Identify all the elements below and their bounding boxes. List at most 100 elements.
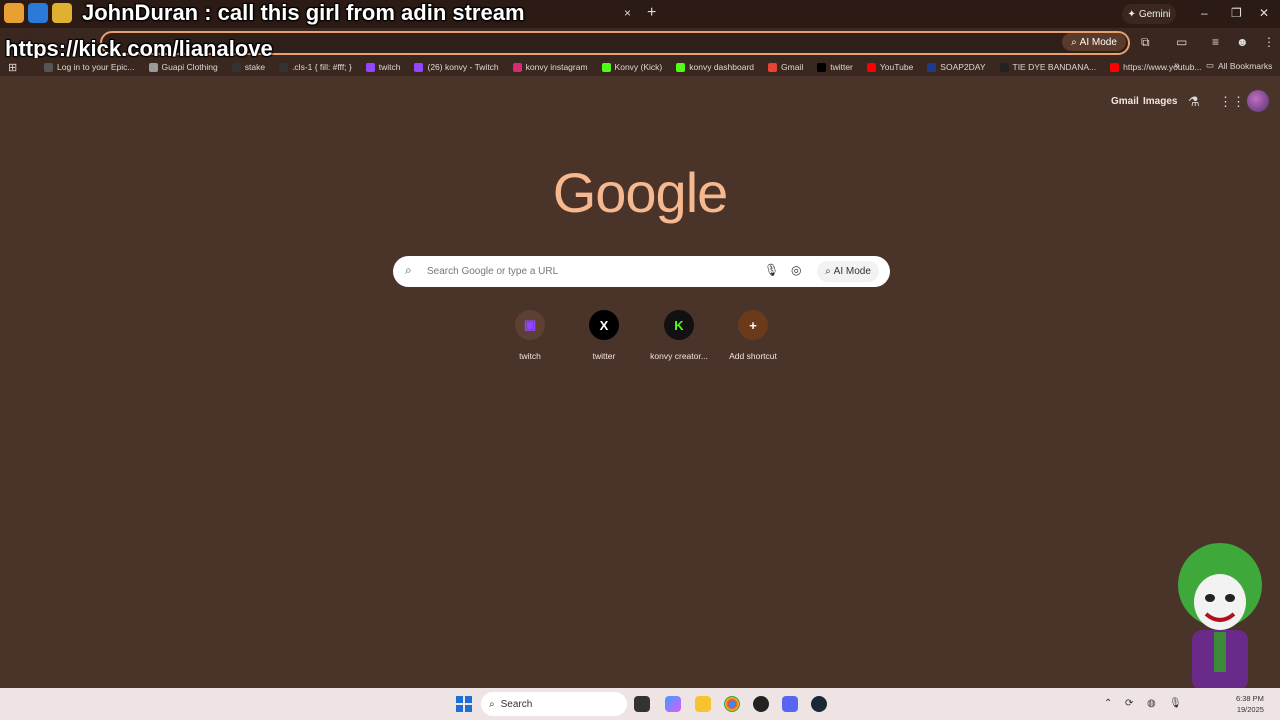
shortcut-label: twitter xyxy=(592,351,616,361)
task-view-icon[interactable] xyxy=(634,696,650,712)
microphone-icon[interactable]: 🎙 xyxy=(764,263,779,277)
close-window-button[interactable]: ✕ xyxy=(1259,6,1269,20)
windows-taskbar: ⌕ Search ⌃ ⟳ ◍ 🎙 6:38 PM 19/2025 xyxy=(0,688,1280,720)
new-tab-button[interactable]: + xyxy=(647,4,656,22)
menu-icon[interactable]: ⋮ xyxy=(1263,35,1275,49)
sparkle-icon: ✦ xyxy=(1127,8,1136,20)
labs-flask-icon[interactable]: ⚗ xyxy=(1188,94,1200,110)
bookmark-item[interactable]: twitch xyxy=(365,62,401,72)
bookmark-label: SOAP2DAY xyxy=(940,62,986,72)
images-link[interactable]: Images xyxy=(1143,96,1177,107)
chat-overlay-message: JohnDuran : call this girl from adin str… xyxy=(82,0,525,25)
restore-button[interactable]: ❐ xyxy=(1231,6,1242,20)
bookmark-favicon-icon xyxy=(927,62,937,72)
bookmark-label: TIE DYE BANDANA... xyxy=(1012,62,1097,72)
bookmark-favicon-icon xyxy=(512,62,522,72)
kick-icon: K xyxy=(664,310,694,340)
media-icon[interactable]: ≡ xyxy=(1212,35,1219,49)
bookmark-item[interactable]: .cls-1 { fill: #fff; } xyxy=(279,62,352,72)
bookmark-favicon-icon xyxy=(365,62,375,72)
extensions-icon[interactable]: ⧉ xyxy=(1141,35,1150,50)
bookmark-item[interactable]: SOAP2DAY xyxy=(927,62,986,72)
bookmark-favicon-icon xyxy=(148,62,158,72)
bookmark-item[interactable]: konvy instagram xyxy=(512,62,588,72)
sync-icon[interactable]: ⟳ xyxy=(1125,698,1133,709)
bookmark-item[interactable]: Log in to your Epic... xyxy=(44,62,135,72)
folder-icon: ▭ xyxy=(1206,60,1215,70)
twitch-icon: ▣ xyxy=(515,310,545,340)
google-logo: Google xyxy=(552,161,729,224)
bookmark-label: twitch xyxy=(378,62,401,72)
package-icon[interactable] xyxy=(4,3,24,23)
apps-icon[interactable]: ⊞ xyxy=(8,61,22,74)
clock-date: 19/2025 xyxy=(1236,705,1264,714)
all-bookmarks-label: All Bookmarks xyxy=(1218,60,1273,71)
tab-search-icon[interactable]: ▭ xyxy=(1176,35,1187,49)
discord-icon[interactable] xyxy=(782,696,798,712)
clock-time: 6:38 PM xyxy=(1236,694,1264,703)
bookmark-item[interactable]: Guapi Clothing xyxy=(148,62,218,72)
bookmark-item[interactable]: twitter xyxy=(817,62,853,72)
bookmark-item[interactable]: konvy dashboard xyxy=(676,62,754,72)
shortcut-konvy-creator[interactable]: K konvy creator... xyxy=(641,310,717,361)
bookmark-label: Konvy (Kick) xyxy=(614,62,663,72)
bookmarks-overflow-icon[interactable]: » xyxy=(1174,60,1180,71)
close-tab-icon[interactable]: × xyxy=(624,6,631,20)
all-bookmarks-button[interactable]: ▭ All Bookmarks xyxy=(1206,60,1272,71)
taskbar-search-label: Search xyxy=(500,698,533,710)
crown-icon[interactable] xyxy=(52,3,72,23)
tray-app-icon[interactable]: ◍ xyxy=(1147,698,1156,709)
bookmark-item[interactable]: YouTube xyxy=(866,62,914,72)
add-shortcut-button[interactable]: + Add shortcut xyxy=(715,310,791,361)
search-box: ⌕ 🎙 ◎ ⌕ AI Mode xyxy=(393,256,890,287)
joker-sticker-image xyxy=(1178,543,1262,708)
steam-icon[interactable] xyxy=(811,696,827,712)
search-input[interactable] xyxy=(427,260,747,282)
bookmark-favicon-icon xyxy=(279,62,289,72)
bookmark-item[interactable]: stake xyxy=(231,62,266,72)
minimize-button[interactable]: – xyxy=(1201,6,1208,20)
profile-icon[interactable]: ☻ xyxy=(1236,35,1249,49)
bookmark-item[interactable]: (26) konvy - Twitch xyxy=(414,62,499,72)
ai-mode-button[interactable]: ⌕ AI Mode xyxy=(817,261,879,282)
badge-icon[interactable] xyxy=(28,3,48,23)
plus-icon: + xyxy=(738,310,768,340)
bookmark-label: Log in to your Epic... xyxy=(57,62,135,72)
bookmark-label: https://www.youtub... xyxy=(1123,62,1202,72)
bookmark-favicon-icon xyxy=(414,62,424,72)
bookmark-label: YouTube xyxy=(879,62,914,72)
system-clock[interactable]: 6:38 PM 19/2025 xyxy=(1236,693,1264,715)
obs-icon[interactable] xyxy=(753,696,769,712)
bookmark-label: konvy dashboard xyxy=(689,62,755,72)
ai-search-icon: ⌕ xyxy=(825,266,831,277)
shortcut-twitter[interactable]: X twitter xyxy=(566,310,642,361)
google-lens-icon[interactable]: ◎ xyxy=(791,263,801,277)
shortcut-label: konvy creator... xyxy=(650,351,708,361)
file-explorer-icon[interactable] xyxy=(695,696,711,712)
gemini-button[interactable]: ✦ Gemini xyxy=(1122,4,1176,24)
ai-mode-toolbar-button[interactable]: ⌕ AI Mode xyxy=(1062,33,1126,51)
tray-overflow-icon[interactable]: ⌃ xyxy=(1104,698,1112,709)
avatar[interactable] xyxy=(1247,90,1269,112)
copilot-icon[interactable] xyxy=(665,696,681,712)
shortcut-label: Add shortcut xyxy=(729,351,777,361)
bookmark-favicon-icon xyxy=(817,62,827,72)
bookmark-label: stake xyxy=(244,62,266,72)
x-logo-icon: X xyxy=(589,310,619,340)
chrome-icon[interactable] xyxy=(724,696,740,712)
bookmark-item[interactable]: https://www.youtub... xyxy=(1110,62,1202,72)
bookmark-label: (26) konvy - Twitch xyxy=(427,62,499,72)
microphone-icon[interactable]: 🎙 xyxy=(1169,698,1182,709)
gmail-link[interactable]: Gmail xyxy=(1111,96,1139,107)
bookmark-item[interactable]: Gmail xyxy=(768,62,803,72)
bookmark-favicon-icon xyxy=(768,62,778,72)
bookmark-favicon-icon xyxy=(999,62,1009,72)
taskbar-search[interactable]: ⌕ Search xyxy=(481,692,627,716)
bookmark-item[interactable]: Konvy (Kick) xyxy=(601,62,663,72)
bookmark-item[interactable]: TIE DYE BANDANA... xyxy=(999,62,1097,72)
bookmark-label: twitter xyxy=(830,62,853,72)
shortcut-twitch[interactable]: ▣ twitch xyxy=(492,310,568,361)
bookmark-favicon-icon xyxy=(44,62,53,72)
windows-start-icon[interactable] xyxy=(456,696,472,712)
bookmark-favicon-icon xyxy=(676,62,686,72)
